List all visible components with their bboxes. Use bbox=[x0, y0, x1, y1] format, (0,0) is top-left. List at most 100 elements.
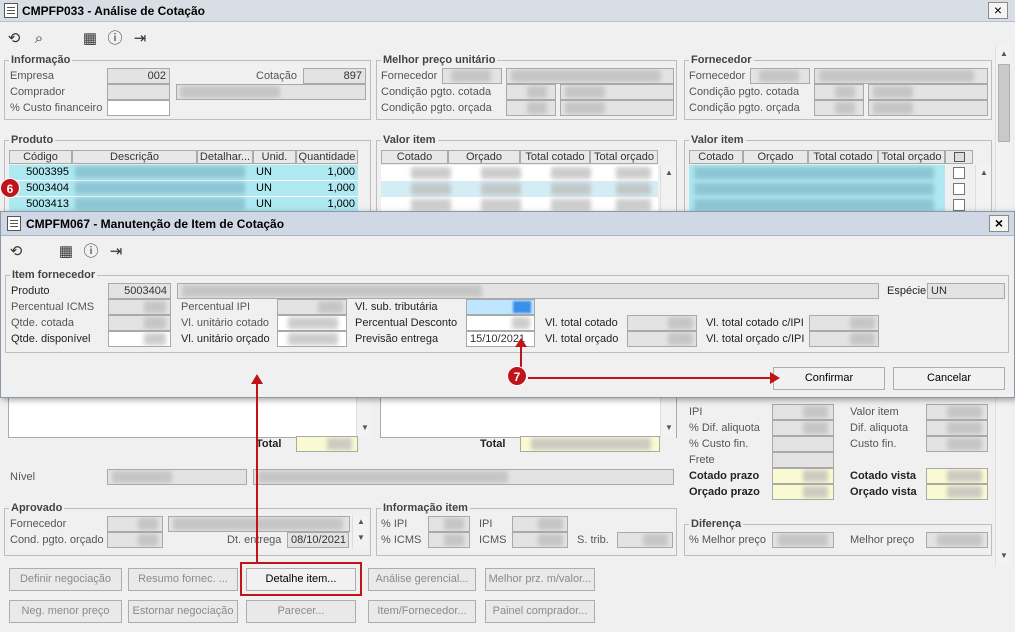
scroll-up-icon[interactable]: ▲ bbox=[353, 514, 369, 530]
col-descricao[interactable]: Descrição bbox=[72, 150, 197, 164]
aprovado-fornecedor-code[interactable] bbox=[107, 516, 163, 532]
modal-produto-field[interactable]: 5003404 bbox=[108, 283, 171, 299]
scroll-up-icon[interactable]: ▲ bbox=[976, 165, 992, 181]
modal-refresh-icon[interactable]: ⟲ bbox=[6, 243, 26, 261]
col-total-cotado-2[interactable]: Total cotado bbox=[808, 150, 878, 164]
melhor-prazo-valor-button[interactable]: Melhor prz. m/valor... bbox=[485, 568, 595, 591]
modal-calendar-icon[interactable]: ▦ bbox=[56, 243, 76, 261]
melhor-preco-field[interactable] bbox=[926, 532, 988, 548]
melhor-cond-orcada-code[interactable] bbox=[506, 100, 556, 116]
neg-menor-preco-button[interactable]: Neg. menor preço bbox=[9, 600, 122, 623]
row-checkbox[interactable] bbox=[953, 199, 965, 211]
valor-item-grid-2[interactable] bbox=[689, 165, 945, 211]
frete-field[interactable] bbox=[772, 452, 834, 468]
fornecedor-cond-orcada-code[interactable] bbox=[814, 100, 864, 116]
confirmar-button[interactable]: Confirmar bbox=[773, 367, 885, 390]
col-select-all[interactable] bbox=[945, 150, 973, 164]
comprador-code-field[interactable] bbox=[107, 84, 170, 100]
aprovado-cond-field[interactable] bbox=[107, 532, 163, 548]
lower-grid-2[interactable] bbox=[380, 398, 677, 438]
ipi-field[interactable] bbox=[772, 404, 834, 420]
main-close-button[interactable]: × bbox=[988, 2, 1008, 19]
aprovado-scrollbar[interactable]: ▲ ▼ bbox=[352, 516, 368, 548]
vl-total-orcado-ipi-field[interactable] bbox=[809, 331, 879, 347]
scroll-down-icon[interactable]: ▼ bbox=[661, 420, 677, 436]
qtde-cotada-field[interactable] bbox=[108, 315, 171, 331]
melhor-cond-orcada-desc[interactable] bbox=[560, 100, 674, 116]
qtde-disponivel-field[interactable] bbox=[108, 331, 171, 347]
refresh-icon[interactable]: ⟲ bbox=[4, 30, 24, 48]
icms-pct-field[interactable] bbox=[428, 532, 470, 548]
aprovado-fornecedor-name[interactable] bbox=[168, 516, 350, 532]
total-field[interactable] bbox=[296, 436, 358, 452]
valor-item-field[interactable] bbox=[926, 404, 988, 420]
col-total-orcado-1[interactable]: Total orçado bbox=[590, 150, 658, 164]
scroll-up-icon[interactable]: ▲ bbox=[661, 165, 677, 181]
table-row-descricao[interactable] bbox=[72, 181, 253, 197]
cancelar-button[interactable]: Cancelar bbox=[893, 367, 1005, 390]
fornecedor-cond-cotada-desc[interactable] bbox=[868, 84, 988, 100]
col-cotado-1[interactable]: Cotado bbox=[381, 150, 448, 164]
lower-scrollbar-1[interactable]: ▼ bbox=[356, 398, 372, 438]
nivel-code-field[interactable] bbox=[107, 469, 247, 485]
lower-scrollbar-2[interactable]: ▼ bbox=[660, 398, 676, 438]
row-checkbox[interactable] bbox=[953, 183, 965, 195]
info-icms-field[interactable] bbox=[512, 532, 568, 548]
table-row-unid[interactable]: UN bbox=[253, 181, 296, 197]
modal-close-button[interactable]: × bbox=[989, 215, 1009, 232]
melhor-cond-cotada-code[interactable] bbox=[506, 84, 556, 100]
fornecedor-cond-cotada-code[interactable] bbox=[814, 84, 864, 100]
info-ipi-field[interactable] bbox=[512, 516, 568, 532]
scroll-down-icon[interactable]: ▼ bbox=[996, 548, 1012, 564]
col-unid[interactable]: Unid. bbox=[253, 150, 296, 164]
comprador-name-field[interactable] bbox=[176, 84, 366, 100]
perc-icms-field[interactable] bbox=[108, 299, 171, 315]
custo-financeiro-field[interactable] bbox=[107, 100, 170, 116]
perc-desconto-field[interactable] bbox=[466, 315, 535, 331]
vl-total-orcado-field[interactable] bbox=[627, 331, 697, 347]
table-row-descricao[interactable] bbox=[72, 165, 253, 181]
col-orcado-2[interactable]: Orçado bbox=[743, 150, 808, 164]
painel-comprador-button[interactable]: Painel comprador... bbox=[485, 600, 595, 623]
melhor-fornecedor-code[interactable] bbox=[442, 68, 502, 84]
melhor-pct-field[interactable] bbox=[772, 532, 834, 548]
vl-sub-trib-field[interactable] bbox=[466, 299, 535, 315]
table-row-quantidade[interactable]: 1,000 bbox=[296, 181, 358, 197]
modal-exit-icon[interactable]: ⇥ bbox=[106, 243, 126, 261]
perc-ipi-field[interactable] bbox=[277, 299, 347, 315]
lower-grid-1[interactable] bbox=[8, 398, 372, 438]
vl-total-cotado-ipi-field[interactable] bbox=[809, 315, 879, 331]
search-icon[interactable]: ⌕ bbox=[29, 30, 49, 48]
parecer-button[interactable]: Parecer... bbox=[246, 600, 356, 623]
table-row-quantidade[interactable]: 1,000 bbox=[296, 165, 358, 181]
fornecedor-code[interactable] bbox=[750, 68, 810, 84]
cotado-prazo-field[interactable] bbox=[772, 468, 834, 484]
col-orcado-1[interactable]: Orçado bbox=[448, 150, 520, 164]
analise-gerencial-button[interactable]: Análise gerencial... bbox=[368, 568, 476, 591]
scroll-up-icon[interactable]: ▲ bbox=[996, 46, 1012, 62]
vl-unit-orcado-field[interactable] bbox=[277, 331, 347, 347]
scroll-down-icon[interactable]: ▼ bbox=[357, 420, 373, 436]
main-scroll-thumb[interactable] bbox=[998, 64, 1010, 142]
especie-field[interactable]: UN bbox=[927, 283, 1005, 299]
orcado-prazo-field[interactable] bbox=[772, 484, 834, 500]
dif-aliquota2-field[interactable] bbox=[926, 420, 988, 436]
total2-field[interactable] bbox=[520, 436, 660, 452]
fornecedor-name[interactable] bbox=[814, 68, 988, 84]
orcado-vista-field[interactable] bbox=[926, 484, 988, 500]
vl-total-cotado-field[interactable] bbox=[627, 315, 697, 331]
dif-aliquota-field[interactable] bbox=[772, 420, 834, 436]
table-row-codigo[interactable]: 5003395 bbox=[9, 165, 72, 181]
col-detalhar[interactable]: Detalhar... bbox=[197, 150, 253, 164]
col-cotado-2[interactable]: Cotado bbox=[689, 150, 743, 164]
scroll-down-icon[interactable]: ▼ bbox=[353, 530, 369, 546]
dt-entrega-field[interactable]: 08/10/2021 bbox=[287, 532, 349, 548]
valor-item-grid-1[interactable] bbox=[381, 165, 658, 211]
fornecedor-cond-orcada-desc[interactable] bbox=[868, 100, 988, 116]
nivel-desc-field[interactable] bbox=[253, 469, 674, 485]
col-quantidade[interactable]: Quantidade bbox=[296, 150, 358, 164]
help-icon[interactable]: ⓘ bbox=[105, 30, 125, 48]
s-trib-field[interactable] bbox=[617, 532, 673, 548]
estornar-negociacao-button[interactable]: Estornar negociação bbox=[128, 600, 238, 623]
calendar-icon[interactable]: ▦ bbox=[80, 30, 100, 48]
